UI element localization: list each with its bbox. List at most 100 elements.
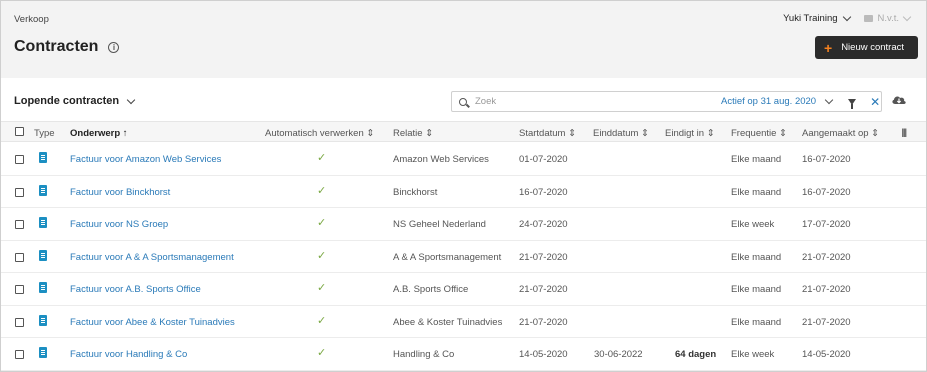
aangemaakt-cell: 21-07-2020 [802, 284, 851, 295]
relatie-cell: A.B. Sports Office [393, 284, 469, 295]
document-icon [39, 249, 47, 261]
table-row[interactable]: Factuur voor Abee & Koster Tuinadvies ✓ Ab… [1, 306, 926, 338]
period-selector[interactable]: N.v.t. [863, 12, 912, 24]
relatie-cell: NS Geheel Nederland [393, 219, 486, 230]
app-window: Verkoop Contracten i Yuki Training N.v.t… [0, 0, 927, 372]
aangemaakt-cell: 21-07-2020 [802, 316, 851, 328]
table-row[interactable]: Factuur voor A.B. Sports Office ✓ A.B. Spo… [1, 273, 926, 306]
search-bar: Actief op 31 aug. 2020 ✕ [451, 91, 882, 112]
document-icon [39, 152, 47, 163]
calendar-icon [863, 15, 873, 22]
frequentie-cell: Elke maand [731, 251, 782, 263]
clear-filter-icon[interactable]: ✕ [870, 96, 880, 108]
onderwerp-link[interactable]: Factuur voor Handling & Co [70, 349, 187, 360]
relatie-cell: Handling & Co [393, 349, 455, 360]
row-checkbox[interactable] [15, 285, 24, 294]
startdatum-cell: 24-07-2020 [519, 219, 568, 230]
row-checkbox[interactable] [15, 220, 24, 229]
chevron-down-icon [842, 12, 851, 22]
table-row[interactable]: Factuur voor NS Groep ✓ NS Geheel Nederlan… [1, 208, 926, 241]
company-name: Yuki Training [783, 13, 838, 24]
contracts-panel: Lopende contracten Actief op 31 aug. 202… [1, 78, 926, 371]
chevron-down-icon [902, 12, 912, 22]
relatie-cell: Binckhorst [393, 186, 438, 198]
row-checkbox[interactable] [15, 350, 24, 359]
table-row[interactable]: Factuur voor Binckhorst ✓ Binckhorst 16-07-… [1, 176, 926, 208]
frequentie-cell: Elke maand [731, 186, 782, 198]
startdatum-cell: 21-07-2020 [519, 284, 568, 295]
filter-icon[interactable] [848, 98, 857, 109]
column-type: Type [34, 128, 55, 139]
document-icon [39, 282, 47, 293]
row-checkbox[interactable] [15, 155, 24, 164]
column-onderwerp[interactable]: Onderwerp ↑ [70, 128, 128, 139]
column-einddatum[interactable]: Einddatum ⇕ [593, 128, 649, 139]
period-label: N.v.t. [877, 13, 899, 24]
context-selectors: Yuki Training N.v.t. [783, 12, 912, 24]
breadcrumb[interactable]: Verkoop [14, 14, 49, 25]
column-aangemaakt-op[interactable]: Aangemaakt op ⇕ [802, 128, 879, 139]
active-filter-label[interactable]: Actief op 31 aug. 2020 [721, 96, 816, 107]
onderwerp-link[interactable]: Factuur voor A.B. Sports Office [70, 284, 201, 295]
table-header: Type Onderwerp ↑ Automatisch verwerken ⇕… [1, 121, 926, 142]
column-settings-icon[interactable]: ||| [901, 127, 906, 137]
onderwerp-link[interactable]: Factuur voor Abee & Koster Tuinadvies [70, 317, 235, 328]
title-row: Contracten i [14, 38, 120, 56]
new-contract-label: Nieuw contract [841, 42, 905, 53]
document-icon [39, 347, 47, 358]
relatie-cell: Abee & Koster Tuinadvies [393, 316, 503, 328]
list-selector[interactable]: Lopende contracten [14, 95, 136, 107]
row-checkbox[interactable] [15, 252, 24, 262]
frequentie-cell: Elke maand [731, 284, 782, 295]
check-icon: ✓ [317, 152, 327, 164]
aangemaakt-cell: 16-07-2020 [802, 186, 851, 198]
table-row[interactable]: Factuur voor Handling & Co ✓ Handling & Co… [1, 338, 926, 371]
plus-icon: + [824, 39, 833, 56]
select-all-checkbox[interactable] [15, 127, 24, 136]
column-automatisch-verwerken[interactable]: Automatisch verwerken ⇕ [265, 128, 374, 139]
eindigt-in-cell: 64 dagen [675, 349, 717, 360]
new-contract-button[interactable]: + Nieuw contract [815, 36, 918, 59]
onderwerp-link[interactable]: Factuur voor Amazon Web Services [70, 154, 221, 165]
relatie-cell: Amazon Web Services [393, 154, 489, 165]
check-icon: ✓ [317, 314, 327, 327]
check-icon: ✓ [317, 184, 327, 197]
aangemaakt-cell: 17-07-2020 [802, 219, 851, 230]
einddatum-cell: 30-06-2022 [594, 349, 643, 360]
check-icon: ✓ [317, 347, 327, 359]
startdatum-cell: 21-07-2020 [519, 316, 568, 328]
search-input[interactable] [475, 96, 695, 107]
column-frequentie[interactable]: Frequentie ⇕ [731, 128, 787, 139]
table-row[interactable]: Factuur voor A & A Sportsmanagement ✓ A & … [1, 241, 926, 273]
startdatum-cell: 16-07-2020 [519, 186, 568, 198]
chevron-down-icon [126, 95, 136, 104]
aangemaakt-cell: 16-07-2020 [802, 154, 851, 165]
cloud-download-icon[interactable] [891, 94, 907, 105]
frequentie-cell: Elke week [731, 219, 775, 230]
onderwerp-link[interactable]: Factuur voor NS Groep [70, 219, 168, 230]
document-icon [39, 314, 47, 326]
aangemaakt-cell: 21-07-2020 [802, 251, 851, 263]
startdatum-cell: 14-05-2020 [519, 349, 568, 360]
onderwerp-link[interactable]: Factuur voor A & A Sportsmanagement [70, 252, 234, 263]
info-icon[interactable]: i [108, 41, 120, 53]
row-checkbox[interactable] [15, 317, 24, 327]
page-title: Contracten [14, 38, 99, 55]
chevron-down-icon[interactable] [824, 95, 834, 105]
column-startdatum[interactable]: Startdatum ⇕ [519, 128, 576, 139]
table-row[interactable]: Factuur voor Amazon Web Services ✓ Amazon … [1, 143, 926, 176]
check-icon: ✓ [317, 282, 327, 294]
startdatum-cell: 21-07-2020 [519, 251, 568, 263]
column-eindigt-in[interactable]: Eindigt in ⇕ [665, 128, 715, 139]
search-icon [459, 97, 467, 106]
check-icon: ✓ [317, 217, 327, 229]
frequentie-cell: Elke maand [731, 316, 782, 328]
onderwerp-link[interactable]: Factuur voor Binckhorst [70, 187, 170, 198]
company-selector[interactable]: Yuki Training [783, 12, 851, 24]
document-icon [39, 184, 47, 196]
list-selector-label: Lopende contracten [14, 95, 120, 107]
aangemaakt-cell: 14-05-2020 [802, 349, 851, 360]
column-relatie[interactable]: Relatie ⇕ [393, 128, 433, 139]
document-icon [39, 217, 47, 228]
row-checkbox[interactable] [15, 187, 24, 197]
